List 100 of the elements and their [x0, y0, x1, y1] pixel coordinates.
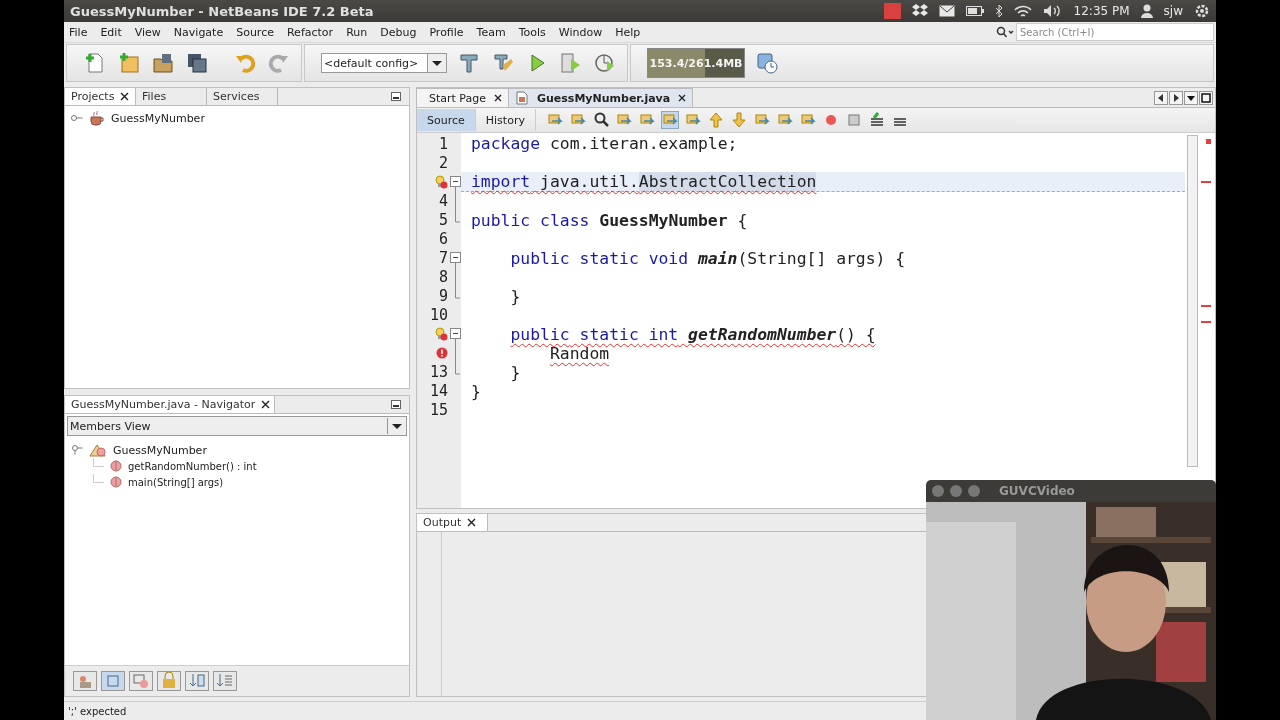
sort-icon[interactable]	[185, 671, 209, 691]
minimize-icon[interactable]	[391, 92, 401, 101]
menu-item[interactable]: View	[134, 25, 161, 39]
battery-icon[interactable]	[965, 6, 984, 16]
menu-item[interactable]: Profile	[429, 25, 464, 39]
search-field[interactable]: Search (Ctrl+I)	[1016, 23, 1214, 41]
close-icon[interactable]	[678, 94, 687, 102]
save-all-icon[interactable]	[185, 51, 209, 75]
view-toggle[interactable]: History	[475, 109, 536, 131]
dropdown-icon	[427, 54, 446, 72]
tree-item[interactable]: getRandomNumber() : int	[128, 460, 257, 472]
window-title: GUVCVideo	[999, 484, 1075, 498]
line-number: 8	[438, 267, 448, 286]
scrollbar[interactable]	[1187, 135, 1198, 467]
code-line: public static void main(String[] args) {	[510, 249, 906, 268]
expand-icon[interactable]	[71, 114, 83, 122]
close-icon[interactable]	[494, 94, 502, 102]
user-name[interactable]: sjw	[1163, 4, 1183, 18]
close-icon[interactable]	[261, 400, 271, 409]
code-line: }	[471, 382, 481, 401]
close-icon[interactable]	[120, 92, 130, 101]
editor-tab[interactable]: Start Page	[416, 88, 509, 107]
menu-item[interactable]: Help	[615, 25, 641, 39]
close-icon[interactable]	[467, 518, 477, 527]
clock[interactable]: 12:35 PM	[1073, 4, 1130, 18]
menu-item[interactable]: Edit	[100, 25, 122, 39]
menu-item[interactable]: Navigate	[173, 25, 224, 39]
lock-icon[interactable]	[157, 671, 181, 691]
bulb-error-icon[interactable]	[434, 326, 448, 341]
panel-tab[interactable]: GuessMyNumber.java - Navigator	[65, 396, 276, 413]
line-number: 15	[429, 400, 448, 419]
search-icon[interactable]	[996, 26, 1014, 38]
fields-icon[interactable]	[101, 671, 125, 691]
open-project-icon[interactable]	[151, 51, 175, 75]
code-line: import java.util.AbstractCollection	[471, 172, 817, 191]
window-title: GuessMyNumber - NetBeans IDE 7.2 Beta	[70, 3, 374, 19]
power-icon[interactable]	[1194, 3, 1210, 19]
down-icon[interactable]	[729, 111, 748, 129]
line-number: 2	[438, 153, 448, 172]
menu-item[interactable]: Tools	[518, 25, 546, 39]
code-line: package com.iteran.example;	[471, 134, 738, 153]
menu-item[interactable]: Debug	[380, 25, 417, 39]
volume-icon[interactable]	[1042, 4, 1063, 18]
dropdown-icon[interactable]	[1184, 90, 1198, 105]
user-icon[interactable]	[1140, 4, 1153, 18]
panel-tab[interactable]: Projects	[65, 88, 136, 105]
java-file-icon	[515, 91, 529, 105]
code-line: }	[510, 363, 521, 382]
line-number: 7	[438, 248, 448, 267]
line-number: 1	[438, 134, 448, 153]
code-line: public class GuessMyNumber {	[471, 211, 748, 230]
line-number: 6	[438, 229, 448, 248]
minimize-icon[interactable]	[391, 400, 401, 409]
maximize-icon[interactable]	[1199, 90, 1213, 105]
panel-tab[interactable]: Files	[136, 88, 207, 105]
cube-clock-icon[interactable]	[755, 51, 779, 75]
window-controls-icon[interactable]	[931, 484, 983, 498]
scroll-left-icon[interactable]	[1154, 90, 1168, 105]
tree-item[interactable]: GuessMyNumber	[113, 443, 207, 457]
code-line: Random	[549, 344, 610, 363]
new-project-icon[interactable]	[117, 51, 141, 75]
bluetooth-icon[interactable]	[994, 4, 1003, 18]
mail-icon[interactable]	[938, 5, 955, 17]
code-line: public static int getRandomNumber() {	[510, 325, 876, 344]
tree-item[interactable]: main(String[] args)	[128, 476, 224, 488]
menu-item[interactable]: Source	[236, 25, 274, 39]
line-number: 13	[429, 362, 448, 381]
line-number: 14	[429, 381, 448, 400]
wifi-icon[interactable]	[1013, 4, 1032, 18]
panel-tab[interactable]: Output	[417, 514, 488, 531]
menu-item[interactable]: Refactor	[286, 25, 334, 39]
static-icon[interactable]	[129, 671, 153, 691]
menu-item[interactable]: Team	[476, 25, 506, 39]
menu-item[interactable]: Window	[558, 25, 603, 39]
line-number: 5	[438, 210, 448, 229]
line-number: 9	[438, 286, 448, 305]
sort-source-icon[interactable]	[213, 671, 237, 691]
menu-item[interactable]: File	[69, 25, 88, 39]
config-dropdown[interactable]: <default config>	[321, 53, 447, 73]
line-number: 4	[438, 191, 448, 210]
indicator-icon[interactable]	[883, 3, 901, 19]
menu-item[interactable]: Run	[346, 25, 368, 39]
error-icon[interactable]	[434, 345, 448, 360]
class-icon	[89, 443, 107, 457]
view-toggle[interactable]: Source	[417, 109, 476, 131]
coffee-cup-icon	[89, 110, 105, 126]
scroll-right-icon[interactable]	[1169, 90, 1183, 105]
status-message: ';' expected	[68, 705, 127, 717]
bulb-error-icon[interactable]	[434, 174, 448, 189]
panel-tab[interactable]: Services	[207, 88, 278, 105]
tree-item[interactable]: GuessMyNumber	[111, 111, 205, 125]
method-icon	[110, 460, 122, 472]
view-dropdown[interactable]: Members View	[67, 416, 407, 436]
memory-reading: 153.4/261.4MB	[649, 56, 743, 70]
method-icon	[110, 476, 122, 488]
filter-icon[interactable]	[73, 671, 97, 691]
editor-tab[interactable]: GuessMyNumber.java	[508, 88, 694, 107]
expand-icon[interactable]	[71, 445, 83, 455]
up-icon[interactable]	[706, 111, 725, 129]
code-line: }	[510, 287, 521, 306]
